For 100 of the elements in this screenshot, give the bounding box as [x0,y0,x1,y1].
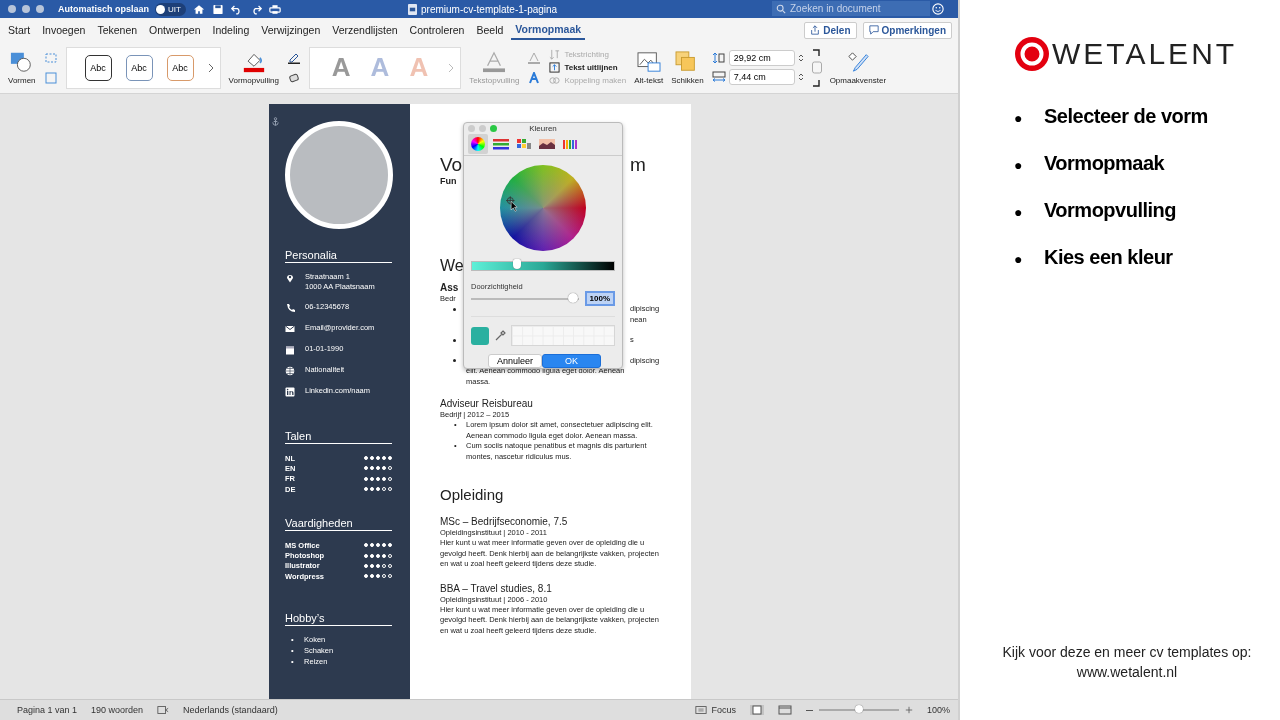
rating-dot [376,487,380,492]
rating-dot [370,563,374,568]
stepper-icon[interactable] [797,53,804,63]
shape-fill-label: Vormopvulling [228,75,279,85]
ribbon-tab[interactable]: Verwijzingen [257,20,325,40]
palette-icon [516,138,532,151]
education-title: BBA – Travel studies, 8.1 [440,581,553,595]
zoom-button[interactable] [36,5,44,13]
eyedropper-icon[interactable] [494,329,506,342]
rating-dot [382,456,386,461]
align-text-icon [549,62,561,73]
slider-thumb[interactable] [513,259,522,269]
current-color-swatch[interactable] [471,326,489,345]
print-icon[interactable] [268,3,281,15]
ribbon-tab[interactable]: Vormopmaak [511,20,586,40]
close-button[interactable] [8,5,16,13]
shapes-icon[interactable] [9,50,34,73]
aspect-lock-icon[interactable] [811,47,822,88]
bullet-marker: ● [1014,156,1023,175]
rating-dot [382,476,386,481]
comments-button[interactable]: Opmerkingen [862,21,952,39]
proofing-icon[interactable] [157,705,170,715]
rating-dot [370,456,374,461]
height-field[interactable]: 29,92 cm [728,50,795,66]
print-layout-icon[interactable] [749,705,764,715]
ribbon-tab[interactable]: Beeld [472,20,508,40]
footer-text: www.wetalent.nl [1076,663,1178,682]
smiley-icon[interactable] [932,3,944,15]
align-text-button[interactable]: Tekst uitlijnen [549,62,627,73]
location-pin-icon [285,273,295,283]
zoom-in-icon[interactable] [904,706,913,714]
slider-thumb[interactable] [854,705,863,713]
home-icon[interactable] [192,3,205,15]
ribbon-tab[interactable]: Invoegen [38,20,90,40]
shapes-label: Vormen [8,75,36,85]
calendar-icon [285,345,295,355]
slider-thumb[interactable] [568,292,579,303]
save-icon[interactable] [211,3,224,15]
shape-style-preset[interactable]: Abc [125,54,153,81]
ribbon-tab[interactable]: Verzendlijsten [328,20,402,40]
text-outline-icon[interactable] [527,51,542,64]
ribbon-tab[interactable]: Ontwerpen [145,20,205,40]
ribbon-tab[interactable]: Start [4,20,35,40]
window-title: premium-cv-template-1-pagina [421,3,558,15]
text-fill-icon[interactable] [482,50,507,73]
step-text: Vormopmaak [1044,152,1165,174]
stepper-icon[interactable] [797,72,804,82]
pen-icon[interactable] [286,51,301,64]
step-text: Kies een kleur [1044,246,1173,268]
focus-button[interactable]: Focus [695,705,736,715]
chevron-right-icon[interactable] [207,62,214,73]
pencils-icon [562,138,578,151]
rating-dot [364,466,368,471]
function-fragment: Fun [440,176,458,186]
bullet-marker: ● [1014,109,1023,128]
ribbon-tab[interactable]: Indeling [208,20,254,40]
format-pane-label: Opmaakvenster [829,75,887,85]
page-count: Pagina 1 van 1 [17,705,78,715]
share-button[interactable]: Delen [804,21,857,39]
paint-brush-icon[interactable] [845,50,870,73]
rating-dot [364,574,368,579]
web-layout-icon[interactable] [777,705,792,715]
ribbon-tab[interactable]: Tekenen [93,20,142,40]
text-direction-icon [549,49,561,60]
shape-style-preset[interactable]: Abc [166,54,194,81]
share-icon [810,25,821,35]
text-effects-icon[interactable] [527,71,542,84]
language-status[interactable]: Nederlands (standaard) [183,705,278,715]
rating-dot [382,466,386,471]
zoom-level: 100% [926,705,950,715]
color-wheel-tab[interactable] [468,134,488,155]
ok-button[interactable]: OK [542,354,602,368]
width-field[interactable]: 7,44 cm [728,69,795,85]
opacity-field[interactable]: 100% [584,291,615,306]
rating-dot [364,476,368,481]
search-field[interactable]: Zoeken in document [772,1,930,16]
name-heading-fragment: m [630,154,647,176]
rating-dot [364,487,368,492]
image-icon[interactable] [636,50,661,73]
color-wells[interactable] [511,325,615,346]
undo-icon[interactable] [230,3,243,15]
rating-dot [388,456,392,461]
rating-dot [364,553,368,558]
shape-style-preset[interactable]: Abc [84,54,112,81]
linkedin-icon [285,387,295,397]
autosave-toggle[interactable]: UIT [155,2,186,16]
rating-dot [388,543,392,548]
rating-dot [376,466,380,471]
name-heading-fragment: Vo [440,154,464,176]
minimize-button[interactable] [22,5,30,13]
document-icon [408,3,417,15]
ribbon-tab[interactable]: Controleren [405,20,469,40]
job-title-fragment: Ass [440,282,460,294]
cursor-icon [506,196,518,212]
rating-dot [382,553,386,558]
height-icon [711,52,726,64]
cancel-button[interactable]: Annuleer [488,354,543,368]
brightness-slider[interactable] [471,261,615,271]
rating-dot [364,563,368,568]
education-title: MSc – Bedrijfseconomie, 7.5 [440,515,569,528]
